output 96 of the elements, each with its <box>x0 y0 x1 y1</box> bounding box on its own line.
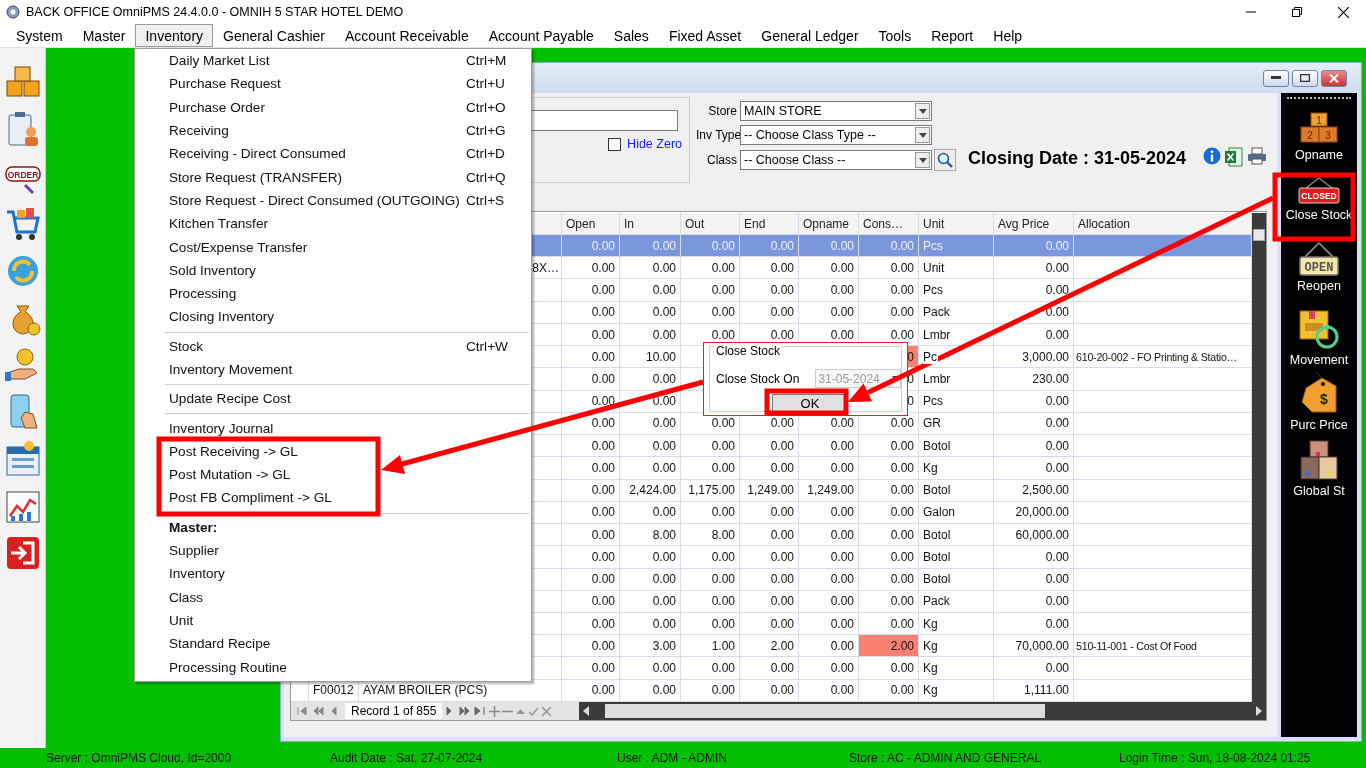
table-cell: 0.00 <box>620 279 681 302</box>
table-cell: Pack <box>919 590 994 613</box>
table-cell: 0.00 <box>994 590 1074 613</box>
table-cell: 0.00 <box>859 590 919 613</box>
table-cell: 0.00 <box>562 457 620 480</box>
table-cell: 0.00 <box>799 279 859 302</box>
table-cell: 230.00 <box>994 368 1074 391</box>
table-cell: 0.00 <box>799 590 859 613</box>
table-cell: 2,500.00 <box>994 479 1074 502</box>
table-cell: 0.00 <box>859 679 919 702</box>
table-cell: 0.00 <box>859 657 919 680</box>
field-label: Class <box>706 153 738 167</box>
table-cell: 0.00 <box>799 657 859 680</box>
table-cell: 0.00 <box>620 568 681 591</box>
table-cell: 0.00 <box>620 546 681 569</box>
table-cell: 1,111.00 <box>994 679 1074 702</box>
table-cell: 0.00 <box>740 279 799 302</box>
table-cell: 0.00 <box>994 279 1074 302</box>
table-cell: 0.00 <box>681 657 740 680</box>
table-cell: 0.00 <box>799 301 859 324</box>
table-cell: 0.00 <box>799 457 859 480</box>
table-cell: 0.00 <box>994 390 1074 413</box>
status-text: User : ADM - ADMIN <box>617 751 728 765</box>
status-text: Store : AC - ADMIN AND GENERAL <box>849 751 1043 765</box>
table-cell: 0.00 <box>994 457 1074 480</box>
table-cell: 0.00 <box>740 657 799 680</box>
table-cell: 0.00 <box>681 279 740 302</box>
table-cell: Kg <box>919 679 994 702</box>
table-cell: 0.00 <box>681 457 740 480</box>
table-cell: 0.00 <box>620 590 681 613</box>
closing-date: Closing Date : 31-05-2024 <box>968 148 1187 169</box>
table-cell: 0.00 <box>740 546 799 569</box>
field-label: Store <box>707 104 738 118</box>
menu-heading: Master: <box>168 518 219 537</box>
table-cell: 0.00 <box>620 301 681 324</box>
table-cell: Botol <box>919 479 994 502</box>
window-title: BACK OFFICE OmniPMS 24.4.0.0 - OMNIH 5 STAR HOTEL DEMO <box>26 5 404 19</box>
table-cell: 0.00 <box>681 679 740 702</box>
table-cell: 0.00 <box>562 479 620 502</box>
table-cell: 0.00 <box>799 546 859 569</box>
table-cell: 0.00 <box>740 679 799 702</box>
table-cell: 0.00 <box>681 546 740 569</box>
table-cell: 0.00 <box>681 590 740 613</box>
table-cell: 0.00 <box>994 657 1074 680</box>
table-cell: 0.00 <box>562 568 620 591</box>
table-cell: 0.00 <box>740 301 799 324</box>
field-label: Close Stock On <box>716 371 800 386</box>
table-cell: 0.00 <box>994 568 1074 591</box>
table-cell: 0.00 <box>799 679 859 702</box>
table-cell: 0.00 <box>681 568 740 591</box>
table-cell: Botol <box>919 568 994 591</box>
table-cell: 0.00 <box>562 279 620 302</box>
table-cell: 0.00 <box>740 568 799 591</box>
table-cell: 0.00 <box>859 279 919 302</box>
table-cell: 0.00 <box>562 368 620 391</box>
table-cell: Pcs <box>919 279 994 302</box>
table-cell: Pcs <box>919 390 994 413</box>
table-cell: 1,249.00 <box>799 479 859 502</box>
table-cell: 2,424.00 <box>620 479 681 502</box>
table-cell: 0.00 <box>859 479 919 502</box>
table-cell: 0.00 <box>562 679 620 702</box>
status-text: Login Time : Sun, 18-08-2024 01:25 <box>1119 751 1312 765</box>
table-cell: 0.00 <box>859 546 919 569</box>
table-cell: Kg <box>919 457 994 480</box>
status-text: Audit Date : Sat, 27-07-2024 <box>330 751 484 765</box>
table-cell: 0.00 <box>562 590 620 613</box>
table-cell: 0.00 <box>620 457 681 480</box>
table-cell: 0.00 <box>562 546 620 569</box>
table-cell: Pack <box>919 301 994 324</box>
table-cell: 0.00 <box>562 657 620 680</box>
table-cell: Kg <box>919 657 994 680</box>
table-cell: 2.00 <box>859 635 919 658</box>
table-cell: Lmbr <box>919 368 994 391</box>
table-cell: 0.00 <box>859 457 919 480</box>
table-cell: 0.00 <box>681 301 740 324</box>
table-cell: 0.00 <box>620 390 681 413</box>
table-cell: 0.00 <box>994 546 1074 569</box>
table-cell: 0.00 <box>620 368 681 391</box>
table-cell: 0.00 <box>562 301 620 324</box>
table-cell: 0.00 <box>620 657 681 680</box>
table-cell: Botol <box>919 546 994 569</box>
record-count: Record 1 of 855 <box>345 703 443 719</box>
table-cell: 0.00 <box>799 568 859 591</box>
table-cell: 0.00 <box>859 568 919 591</box>
table-cell: 0.00 <box>994 301 1074 324</box>
status-text: Server : OmniPMS Cloud, Id=2000 <box>46 751 233 765</box>
group-title: Close Stock <box>714 344 783 358</box>
table-cell: 0.00 <box>620 679 681 702</box>
table-cell: 0.00 <box>740 457 799 480</box>
table-cell: 0.00 <box>859 301 919 324</box>
table-cell: 1,249.00 <box>740 479 799 502</box>
field-label: Inv Type <box>696 128 740 142</box>
checkbox-label: Hide Zero <box>627 137 682 151</box>
table-cell: 0.00 <box>740 590 799 613</box>
table-cell: 0.00 <box>562 390 620 413</box>
table-cell: 1,175.00 <box>681 479 740 502</box>
